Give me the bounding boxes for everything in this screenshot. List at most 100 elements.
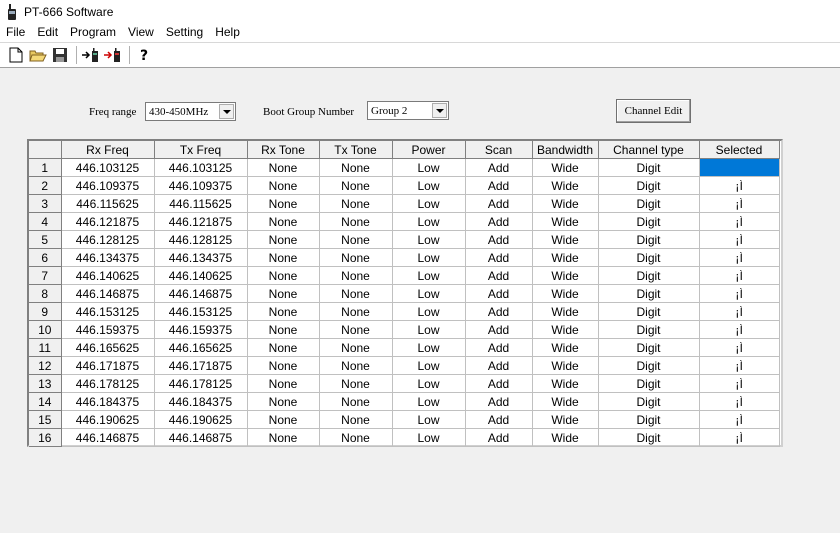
cell-channel-type[interactable]: Digit (598, 266, 700, 285)
cell-tx-tone[interactable]: None (319, 428, 393, 447)
cell-tx-freq[interactable]: 446.165625 (154, 338, 248, 357)
cell-scan[interactable]: Add (465, 158, 533, 177)
cell-power[interactable]: Low (392, 158, 466, 177)
menu-program[interactable]: Program (64, 23, 122, 42)
cell-scan[interactable]: Add (465, 410, 533, 429)
cell-tx-freq[interactable]: 446.178125 (154, 374, 248, 393)
cell-tx-freq[interactable]: 446.140625 (154, 266, 248, 285)
table-row[interactable]: 16 446.146875 446.146875 None None Low Add Wide… (29, 428, 780, 447)
cell-bandwidth[interactable]: Wide (532, 320, 599, 339)
cell-tx-freq[interactable]: 446.171875 (154, 356, 248, 375)
cell-bandwidth[interactable]: Wide (532, 392, 599, 411)
cell-rx-freq[interactable]: 446.153125 (61, 302, 155, 321)
cell-rx-tone[interactable]: None (247, 230, 320, 249)
cell-tx-freq[interactable]: 446.115625 (154, 194, 248, 213)
table-row[interactable]: 15 446.190625 446.190625 None None Low Add Wide… (29, 410, 780, 429)
cell-power[interactable]: Low (392, 338, 466, 357)
cell-scan[interactable]: Add (465, 230, 533, 249)
cell-tx-freq[interactable]: 446.103125 (154, 158, 248, 177)
cell-tx-tone[interactable]: None (319, 338, 393, 357)
cell-scan[interactable]: Add (465, 428, 533, 447)
cell-bandwidth[interactable]: Wide (532, 338, 599, 357)
table-row[interactable]: 5 446.128125 446.128125 None None Low Add Wide D… (29, 230, 780, 249)
help-icon[interactable]: ? (134, 45, 154, 65)
table-row[interactable]: 3 446.115625 446.115625 None None Low Add Wide D… (29, 194, 780, 213)
header-channel-type[interactable]: Channel type (598, 141, 700, 159)
cell-tx-freq[interactable]: 446.121875 (154, 212, 248, 231)
cell-selected[interactable]: ¡Ì (699, 284, 780, 303)
menu-help[interactable]: Help (209, 23, 246, 42)
cell-power[interactable]: Low (392, 320, 466, 339)
cell-bandwidth[interactable]: Wide (532, 194, 599, 213)
cell-channel-type[interactable]: Digit (598, 284, 700, 303)
cell-scan[interactable]: Add (465, 338, 533, 357)
menu-view[interactable]: View (122, 23, 160, 42)
row-number[interactable]: 14 (29, 392, 62, 411)
cell-rx-tone[interactable]: None (247, 158, 320, 177)
cell-scan[interactable]: Add (465, 374, 533, 393)
cell-rx-tone[interactable]: None (247, 176, 320, 195)
cell-tx-tone[interactable]: None (319, 230, 393, 249)
cell-rx-freq[interactable]: 446.103125 (61, 158, 155, 177)
cell-channel-type[interactable]: Digit (598, 248, 700, 267)
cell-power[interactable]: Low (392, 176, 466, 195)
row-number[interactable]: 6 (29, 248, 62, 267)
cell-tx-freq[interactable]: 446.159375 (154, 320, 248, 339)
cell-selected[interactable]: ¡Ì (699, 428, 780, 447)
cell-channel-type[interactable]: Digit (598, 230, 700, 249)
cell-power[interactable]: Low (392, 374, 466, 393)
cell-tx-tone[interactable]: None (319, 194, 393, 213)
cell-channel-type[interactable]: Digit (598, 410, 700, 429)
header-tx-tone[interactable]: Tx Tone (319, 141, 393, 159)
cell-tx-tone[interactable]: None (319, 284, 393, 303)
cell-rx-freq[interactable]: 446.128125 (61, 230, 155, 249)
cell-tx-freq[interactable]: 446.146875 (154, 284, 248, 303)
cell-power[interactable]: Low (392, 392, 466, 411)
header-scan[interactable]: Scan (465, 141, 533, 159)
cell-selected[interactable] (699, 158, 780, 177)
cell-rx-freq[interactable]: 446.184375 (61, 392, 155, 411)
cell-selected[interactable]: ¡Ì (699, 374, 780, 393)
cell-tx-freq[interactable]: 446.153125 (154, 302, 248, 321)
cell-power[interactable]: Low (392, 230, 466, 249)
cell-rx-freq[interactable]: 446.146875 (61, 428, 155, 447)
row-number[interactable]: 2 (29, 176, 62, 195)
cell-tx-tone[interactable]: None (319, 158, 393, 177)
cell-tx-freq[interactable]: 446.128125 (154, 230, 248, 249)
cell-rx-freq[interactable]: 446.159375 (61, 320, 155, 339)
cell-rx-tone[interactable]: None (247, 248, 320, 267)
cell-bandwidth[interactable]: Wide (532, 284, 599, 303)
row-number[interactable]: 5 (29, 230, 62, 249)
cell-channel-type[interactable]: Digit (598, 212, 700, 231)
cell-bandwidth[interactable]: Wide (532, 302, 599, 321)
header-rx-tone[interactable]: Rx Tone (247, 141, 320, 159)
cell-scan[interactable]: Add (465, 248, 533, 267)
cell-power[interactable]: Low (392, 248, 466, 267)
cell-channel-type[interactable]: Digit (598, 374, 700, 393)
cell-scan[interactable]: Add (465, 284, 533, 303)
cell-scan[interactable]: Add (465, 194, 533, 213)
cell-rx-tone[interactable]: None (247, 320, 320, 339)
cell-bandwidth[interactable]: Wide (532, 428, 599, 447)
cell-tx-tone[interactable]: None (319, 212, 393, 231)
row-number[interactable]: 10 (29, 320, 62, 339)
cell-scan[interactable]: Add (465, 356, 533, 375)
cell-selected[interactable]: ¡Ì (699, 266, 780, 285)
cell-rx-tone[interactable]: None (247, 302, 320, 321)
cell-tx-tone[interactable]: None (319, 356, 393, 375)
cell-rx-freq[interactable]: 446.121875 (61, 212, 155, 231)
cell-bandwidth[interactable]: Wide (532, 266, 599, 285)
cell-bandwidth[interactable]: Wide (532, 212, 599, 231)
cell-power[interactable]: Low (392, 266, 466, 285)
cell-scan[interactable]: Add (465, 212, 533, 231)
row-number[interactable]: 9 (29, 302, 62, 321)
cell-rx-tone[interactable]: None (247, 428, 320, 447)
cell-rx-tone[interactable]: None (247, 212, 320, 231)
cell-channel-type[interactable]: Digit (598, 392, 700, 411)
cell-selected[interactable]: ¡Ì (699, 212, 780, 231)
cell-selected[interactable]: ¡Ì (699, 338, 780, 357)
table-row[interactable]: 13 446.178125 446.178125 None None Low Add Wide… (29, 374, 780, 393)
cell-power[interactable]: Low (392, 194, 466, 213)
cell-power[interactable]: Low (392, 284, 466, 303)
cell-power[interactable]: Low (392, 428, 466, 447)
